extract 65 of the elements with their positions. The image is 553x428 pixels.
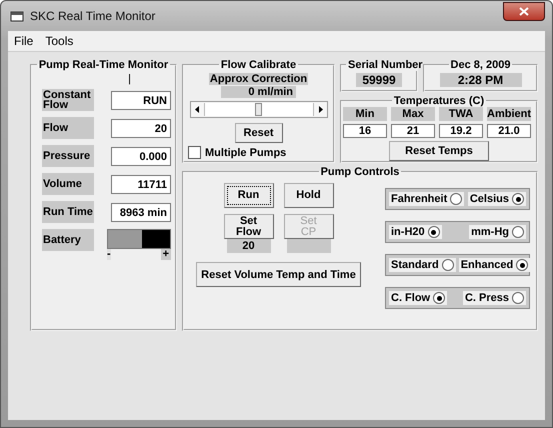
panel-title: Pump Real-Time Monitor [38, 59, 170, 71]
radio-label: Celsius [470, 193, 509, 205]
radio-button[interactable] [512, 292, 524, 304]
checkbox[interactable] [188, 146, 201, 159]
reset-volume-button[interactable]: Reset Volume Temp and Time [196, 262, 361, 287]
radio-label: C. Flow [391, 292, 430, 304]
reset-temps-button[interactable]: Reset Temps [389, 141, 489, 161]
correction-reading: 0 ml/min [221, 86, 296, 98]
radio-button[interactable] [516, 259, 528, 271]
radio-button[interactable] [512, 193, 524, 205]
field-label: Flow [42, 117, 94, 139]
window-icon [10, 10, 24, 22]
temperature-value: 19.2 [439, 124, 483, 138]
radio-label: mm-Hg [471, 226, 509, 238]
pump-button[interactable]: Hold [284, 183, 334, 208]
radio-label: Standard [391, 259, 439, 271]
radio-button[interactable] [433, 292, 446, 304]
temperature-value: 21.0 [487, 124, 531, 138]
field-label: Volume [42, 173, 94, 195]
reset-button[interactable]: Reset [234, 123, 282, 143]
panel-title: Flow Calibrate [220, 59, 298, 71]
minus-sign: - [107, 249, 111, 260]
caption-label: Approx Correction [208, 73, 308, 85]
pump-button[interactable]: Run [224, 183, 274, 208]
radio-button[interactable] [428, 226, 440, 238]
field-label: Pressure [42, 145, 94, 167]
time-text: 2:28 PM [440, 73, 522, 87]
slider-thumb[interactable] [254, 103, 262, 116]
field-label: Constant Flow [42, 89, 94, 111]
panel-title: Serial Number [347, 59, 424, 71]
plus-sign: + [160, 249, 171, 260]
checkbox-label: Multiple Pumps [205, 146, 286, 158]
radio-button[interactable] [442, 259, 454, 271]
setpoint-reading: 20 [226, 239, 270, 253]
close-button[interactable] [503, 2, 545, 21]
temperature-value: 21 [391, 124, 435, 138]
serial-number: 59999 [356, 73, 402, 87]
column-header: Min [343, 107, 387, 121]
column-header: Ambient [487, 107, 531, 121]
status-marker: | [127, 73, 132, 87]
column-header: Max [391, 107, 435, 121]
value-field: 20 [111, 118, 171, 138]
radio-label: Enhanced [460, 259, 514, 271]
radio-button[interactable] [512, 226, 524, 238]
pump-button[interactable]: Set Flow [224, 214, 274, 239]
date-text: Dec 8, 2009 [450, 59, 512, 71]
field-label: Battery [42, 229, 94, 251]
value-field: 8963 min [111, 202, 171, 222]
menu-item[interactable]: Tools [39, 34, 80, 48]
value-field: 11711 [111, 174, 171, 194]
radio-label: in-H20 [391, 226, 425, 238]
field-label: Run Time [42, 201, 94, 223]
window-title: SKC Real Time Monitor [30, 9, 156, 23]
value-field: RUN [111, 90, 171, 110]
value-field: 0.000 [111, 146, 171, 166]
close-icon [519, 7, 529, 16]
radio-label: Fahrenheit [391, 193, 448, 205]
menu-item[interactable]: File [8, 34, 40, 48]
panel-title: Temperatures (C) [392, 95, 486, 107]
radio-button[interactable] [450, 193, 462, 205]
calibration-slider[interactable] [190, 101, 328, 118]
panel-title: Pump Controls [320, 166, 400, 178]
column-header: TWA [439, 107, 483, 121]
radio-label: C. Press [464, 292, 509, 304]
temperature-value: 16 [343, 124, 387, 138]
